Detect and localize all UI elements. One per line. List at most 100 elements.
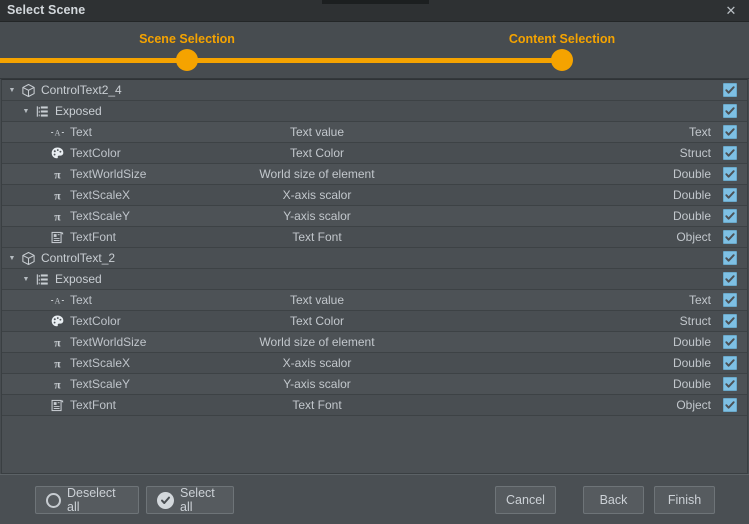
tree-row[interactable]: π TextWorldSize World size of element Doubl…	[2, 332, 747, 353]
tree-row[interactable]: TextFontText FontObject	[2, 227, 747, 248]
tree-row-type: Double	[673, 356, 711, 370]
tree-row[interactable]: πTextScaleXX-axis scalorDouble	[2, 185, 747, 206]
select-all-button[interactable]: Select all	[146, 486, 234, 514]
tree-row[interactable]: ATextText valueText	[2, 290, 747, 311]
tree-row-checkbox[interactable]	[723, 125, 737, 139]
stepper-track	[0, 58, 562, 63]
tree-row[interactable]: ▼ControlText2_4	[2, 80, 747, 101]
text-icon: A	[50, 293, 65, 308]
tree-row-label: Text	[70, 125, 92, 139]
close-icon[interactable]: ✕	[723, 3, 739, 19]
pi-icon: π	[50, 209, 65, 224]
tree-row-type: Text	[689, 125, 711, 139]
deselect-all-label: Deselect all	[67, 486, 128, 514]
tree-row-name-cell: TextColor	[50, 146, 121, 161]
tree-row-label: Exposed	[55, 104, 102, 118]
select-all-label: Select all	[180, 486, 223, 514]
tree-row-checkbox[interactable]	[723, 314, 737, 328]
tree-row-type: Double	[673, 188, 711, 202]
step-dot-scene-selection[interactable]	[176, 49, 198, 71]
tree-row-label: TextWorldSize	[70, 335, 146, 349]
tree-row-description: Text Color	[167, 146, 467, 160]
tree-row[interactable]: ATextText valueText	[2, 122, 747, 143]
tree-row-name-cell: A Text	[50, 125, 92, 140]
select-scene-dialog: Select Scene ✕ Scene Selection Content S…	[0, 0, 749, 524]
circle-empty-icon	[46, 493, 61, 508]
window-notch	[322, 0, 429, 4]
chevron-down-icon[interactable]: ▼	[6, 80, 18, 101]
tree-row-type: Double	[673, 377, 711, 391]
tree-row-type: Double	[673, 335, 711, 349]
font-icon	[50, 398, 65, 413]
tree-row-checkbox[interactable]	[723, 83, 737, 97]
cancel-button[interactable]: Cancel	[495, 486, 556, 514]
finish-label: Finish	[668, 493, 701, 507]
tree-row[interactable]: π TextScaleX X-axis scalor Double	[2, 353, 747, 374]
tree-row[interactable]: πTextScaleYY-axis scalorDouble	[2, 374, 747, 395]
chevron-down-icon[interactable]: ▼	[20, 269, 32, 290]
tree-row-name-cell: Exposed	[35, 104, 102, 119]
text-icon: A	[50, 125, 65, 140]
tree-row[interactable]: πTextScaleYY-axis scalorDouble	[2, 206, 747, 227]
tree-row-type: Struct	[680, 146, 711, 160]
tree-row-checkbox[interactable]	[723, 272, 737, 286]
palette-icon	[50, 146, 65, 161]
tree-row-type: Object	[676, 230, 711, 244]
chevron-down-icon[interactable]: ▼	[20, 101, 32, 122]
tree-row-checkbox[interactable]	[723, 293, 737, 307]
tree-row-description: Text Font	[167, 398, 467, 412]
circle-check-icon	[157, 492, 174, 509]
tree-row[interactable]: ▼ControlText_2	[2, 248, 747, 269]
tree-row-description: Text Font	[167, 230, 467, 244]
tree-row-label: TextFont	[70, 398, 116, 412]
tree-row-checkbox[interactable]	[723, 167, 737, 181]
tree-row-checkbox[interactable]	[723, 209, 737, 223]
list-icon	[35, 272, 50, 287]
tree-row-description: X-axis scalor	[167, 356, 467, 370]
pi-icon: π	[50, 335, 65, 350]
tree-row-checkbox[interactable]	[723, 188, 737, 202]
pi-icon: π	[50, 356, 65, 371]
svg-text:π: π	[54, 357, 61, 370]
tree-row-name-cell: πTextWorldSize	[50, 167, 146, 182]
step-label-scene-selection: Scene Selection	[139, 32, 235, 46]
tree-row-name-cell: ControlText_2	[21, 251, 115, 266]
tree-row-checkbox[interactable]	[723, 230, 737, 244]
tree-row[interactable]: πTextWorldSizeWorld size of elementDoubl…	[2, 164, 747, 185]
palette-icon	[50, 314, 65, 329]
tree-row[interactable]: ▼Exposed	[2, 269, 747, 290]
tree-row-type: Struct	[680, 314, 711, 328]
tree-row-label: TextScaleX	[70, 188, 130, 202]
tree-row-checkbox[interactable]	[723, 377, 737, 391]
dialog-footer: Deselect all Select all Cancel Back Fini…	[0, 474, 749, 524]
tree-row-checkbox[interactable]	[723, 146, 737, 160]
pi-icon: π	[50, 188, 65, 203]
tree-row-checkbox[interactable]	[723, 335, 737, 349]
back-button[interactable]: Back	[583, 486, 644, 514]
tree-row-description: World size of element	[167, 335, 467, 349]
tree-row-label: TextScaleX	[70, 356, 130, 370]
deselect-all-button[interactable]: Deselect all	[35, 486, 139, 514]
tree-row-checkbox[interactable]	[723, 251, 737, 265]
svg-text:π: π	[54, 378, 61, 391]
font-icon	[50, 230, 65, 245]
tree-row-type: Double	[673, 167, 711, 181]
tree-row[interactable]: ▼ Exposed	[2, 101, 747, 122]
tree-row-name-cell: π TextScaleX	[50, 188, 130, 203]
tree-row-description: Y-axis scalor	[167, 377, 467, 391]
step-dot-content-selection[interactable]	[551, 49, 573, 71]
tree-row[interactable]: TextColorText ColorStruct	[2, 311, 747, 332]
tree-row-checkbox[interactable]	[723, 104, 737, 118]
pi-icon: π	[50, 167, 65, 182]
tree-row[interactable]: TextFontText FontObject	[2, 395, 747, 416]
tree-row[interactable]: TextColor Text Color Struct	[2, 143, 747, 164]
tree-row-checkbox[interactable]	[723, 398, 737, 412]
tree-row-description: Y-axis scalor	[167, 209, 467, 223]
pi-icon: π	[50, 377, 65, 392]
tree-row-checkbox[interactable]	[723, 356, 737, 370]
finish-button[interactable]: Finish	[654, 486, 715, 514]
tree-row-name-cell: ControlText2_4	[21, 83, 122, 98]
chevron-down-icon[interactable]: ▼	[6, 248, 18, 269]
tree-row-name-cell: πTextScaleY	[50, 209, 130, 224]
content-tree-panel[interactable]: ▼ControlText2_4▼ExposedATextText valueTe…	[1, 79, 748, 474]
